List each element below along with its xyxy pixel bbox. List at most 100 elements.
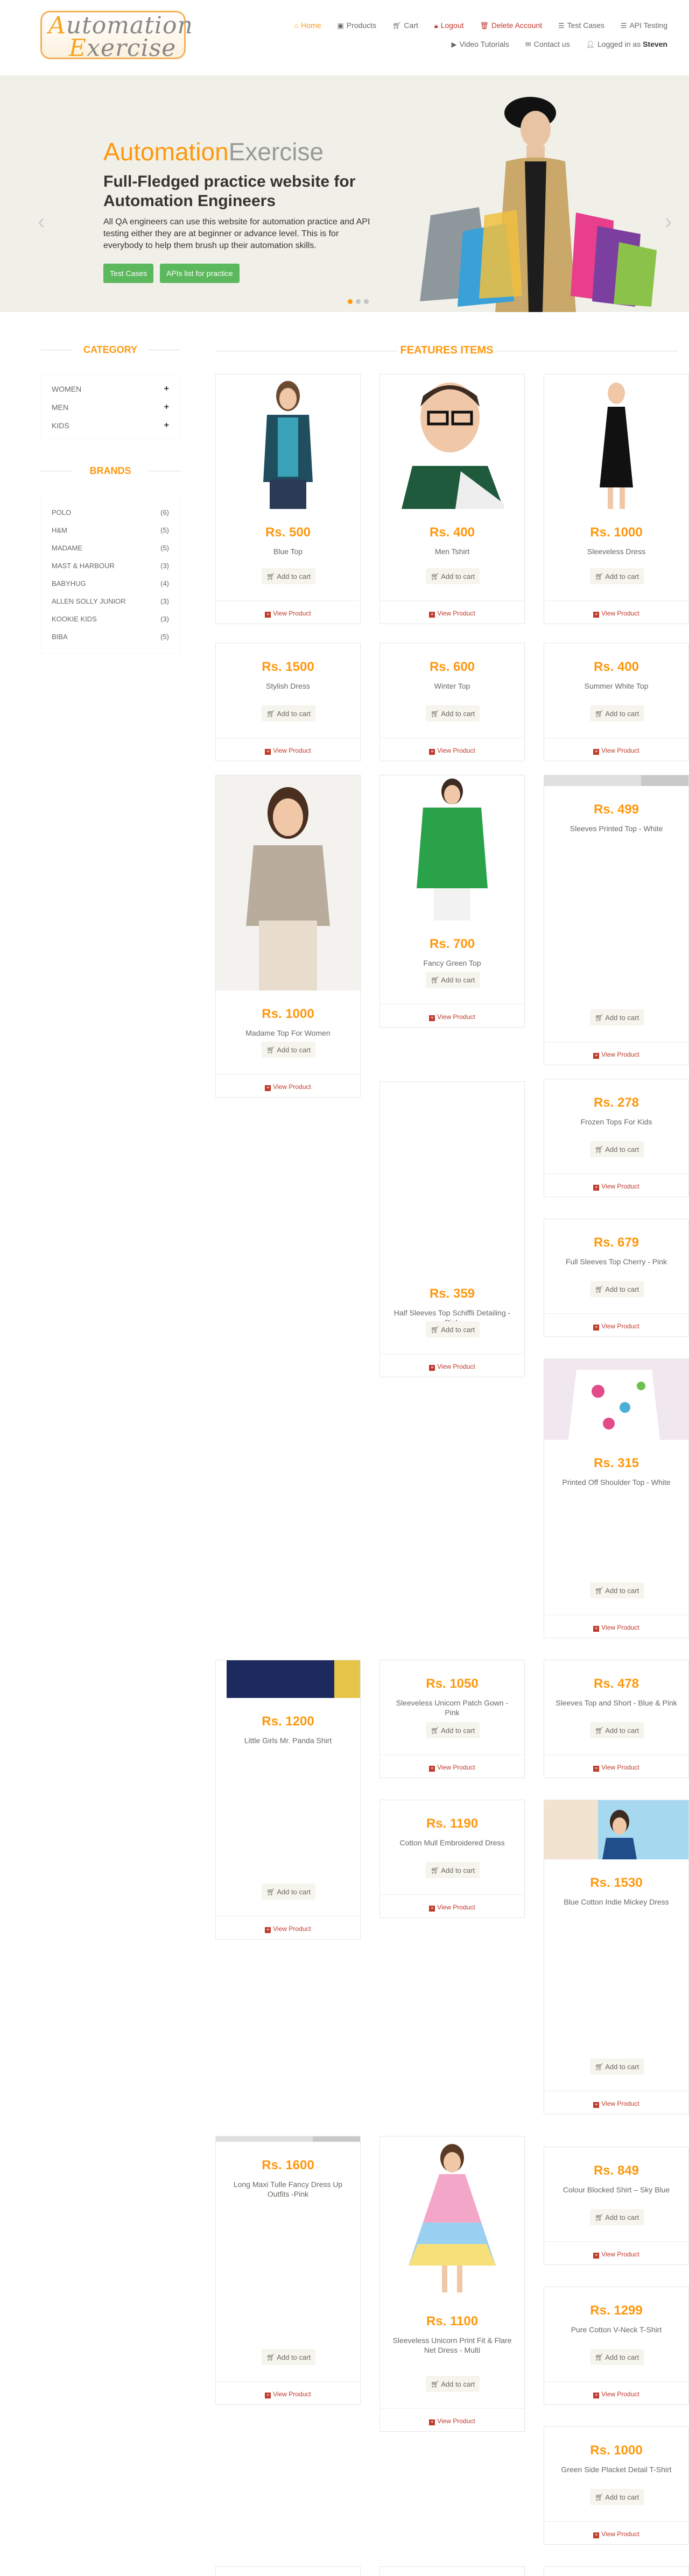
plus-square-icon: + <box>429 2419 435 2425</box>
carousel-dot[interactable] <box>356 299 361 304</box>
nav-contact-us[interactable]: ✉ Contact us <box>525 35 570 54</box>
product-card: Rs. 1050 Sleeveless Unicorn Patch Gown - … <box>379 1660 525 1778</box>
add-to-cart-button[interactable]: 🛒︎ Add to cart <box>426 2376 480 2392</box>
view-product-link[interactable]: + View Product <box>380 610 524 618</box>
view-product-link[interactable]: + View Product <box>544 1322 688 1331</box>
category-heading: CATEGORY <box>40 344 180 356</box>
product-name: Long Maxi Tulle Fancy Dress Up Outfits -… <box>233 2180 343 2198</box>
view-product-link[interactable]: + View Product <box>216 2390 360 2398</box>
apis-list-button[interactable]: APIs list for practice <box>160 264 240 283</box>
view-product-link[interactable]: + View Product <box>380 1764 524 1772</box>
envelope-icon: ✉ <box>525 40 531 48</box>
add-to-cart-button[interactable]: 🛒︎ Add to cart <box>590 2489 644 2505</box>
brand-hm[interactable]: H&M (5) <box>52 521 169 539</box>
brand-babyhug[interactable]: BABYHUG (4) <box>52 575 169 592</box>
product-price: Rs. 500 <box>265 525 311 540</box>
carousel-prev-arrow[interactable]: ‹ <box>38 210 45 234</box>
nav-home[interactable]: ⌂ Home <box>294 16 321 35</box>
view-product-link[interactable]: + View Product <box>544 2100 688 2108</box>
view-product-link[interactable]: + View Product <box>216 1083 360 1091</box>
add-to-cart-button[interactable]: 🛒︎ Add to cart <box>590 2209 644 2225</box>
product-image <box>380 2136 524 2298</box>
brand-allen-solly-junior[interactable]: ALLEN SOLLY JUNIOR (3) <box>52 592 169 610</box>
view-product-link[interactable]: + View Product <box>380 1363 524 1371</box>
cart-icon: 🛒︎ <box>594 2213 606 2221</box>
nav-logout[interactable]: 🔒︎ Logout <box>434 16 464 35</box>
add-to-cart-button[interactable]: 🛒︎ Add to cart <box>590 2058 644 2075</box>
main-nav: ⌂ Home ▣ Products 🛒︎ Cart 🔒︎ Logout 🗑︎ Delete… <box>248 16 667 54</box>
nav-video-tutorials[interactable]: ▶ Video Tutorials <box>452 35 509 54</box>
product-image <box>544 775 688 786</box>
view-product-link[interactable]: + View Product <box>544 747 688 755</box>
add-to-cart-button[interactable]: 🛒︎ Add to cart <box>426 1862 480 1878</box>
brand-mast-harbour[interactable]: MAST & HARBOUR (3) <box>52 557 169 575</box>
nav-cart[interactable]: 🛒︎ Cart <box>392 16 418 35</box>
hero-heading: Full-Fledged practice website for Automa… <box>103 173 356 210</box>
view-product-link[interactable]: + View Product <box>380 747 524 755</box>
nav-api-testing[interactable]: ☰ API Testing <box>621 16 667 35</box>
view-product-link[interactable]: + View Product <box>544 610 688 618</box>
plus-square-icon: + <box>429 612 435 618</box>
view-product-link[interactable]: + View Product <box>544 1624 688 1632</box>
add-to-cart-button[interactable]: 🛒︎ Add to cart <box>590 705 644 721</box>
brand-polo[interactable]: POLO (6) <box>52 504 169 521</box>
view-product-link[interactable]: + View Product <box>544 2251 688 2259</box>
add-to-cart-button[interactable]: 🛒︎ Add to cart <box>590 1141 644 1157</box>
nav-products[interactable]: ▣ Products <box>337 16 376 35</box>
add-to-cart-button[interactable]: 🛒︎ Add to cart <box>426 1321 480 1337</box>
brand-kookie-kids[interactable]: KOOKIE KIDS (3) <box>52 610 169 628</box>
product-card: Rs. 849 Colour Blocked Shirt – Sky Blue 🛒︎… <box>544 2147 689 2265</box>
view-product-link[interactable]: + View Product <box>544 1051 688 1059</box>
nav-delete-account[interactable]: 🗑︎ Delete Account <box>480 16 542 35</box>
cart-icon: 🛒︎ <box>594 572 606 581</box>
plus-square-icon: + <box>593 2393 600 2398</box>
view-product-link[interactable]: + View Product <box>544 1183 688 1191</box>
product-card: Rs. 400 Summer White Top 🛒︎ Add to cart + Vi… <box>544 643 689 761</box>
add-to-cart-button[interactable]: 🛒︎ Add to cart <box>590 1722 644 1738</box>
carousel-dot[interactable] <box>364 299 369 304</box>
add-to-cart-button[interactable]: 🛒︎ Add to cart <box>590 1582 644 1598</box>
add-to-cart-button[interactable]: 🛒︎ Add to cart <box>262 1884 315 1900</box>
add-to-cart-button[interactable]: 🛒︎ Add to cart <box>262 568 315 584</box>
category-men[interactable]: MEN + <box>52 398 169 416</box>
add-to-cart-button[interactable]: 🛒︎ Add to cart <box>426 568 480 584</box>
add-to-cart-button[interactable]: 🛒︎ Add to cart <box>262 2349 315 2365</box>
view-product-link[interactable]: + View Product <box>216 610 360 618</box>
carousel-next-arrow[interactable]: › <box>665 210 672 234</box>
cart-icon: 🛒︎ <box>266 2353 277 2361</box>
add-to-cart-button[interactable]: 🛒︎ Add to cart <box>590 2349 644 2365</box>
view-product-link[interactable]: + View Product <box>380 1013 524 1021</box>
add-to-cart-button[interactable]: 🛒︎ Add to cart <box>426 972 480 988</box>
nav-test-cases[interactable]: ☰ Test Cases <box>558 16 604 35</box>
category-kids[interactable]: KIDS + <box>52 416 169 435</box>
test-cases-button[interactable]: Test Cases <box>103 264 154 283</box>
category-women[interactable]: WOMEN + <box>52 380 169 398</box>
view-product-link[interactable]: + View Product <box>544 2530 688 2538</box>
carousel-dot[interactable] <box>348 299 353 304</box>
view-product-link[interactable]: + View Product <box>216 747 360 755</box>
view-product-link[interactable]: + View Product <box>216 1925 360 1933</box>
site-logo[interactable]: Automation Exercise <box>40 11 193 60</box>
product-card: Rs. 1530 Blue Cotton Indie Mickey Dress 🛒︎… <box>544 1800 689 2114</box>
add-to-cart-button[interactable]: 🛒︎ Add to cart <box>590 1281 644 1297</box>
plus-square-icon: + <box>593 749 600 755</box>
add-to-cart-button[interactable]: 🛒︎ Add to cart <box>426 705 480 721</box>
add-to-cart-button[interactable]: 🛒︎ Add to cart <box>262 705 315 721</box>
product-card: Rs. 850Pure Cotton Neon Green Tshirt🛒︎ A… <box>379 2566 525 2576</box>
product-card: Rs. 1200 Little Girls Mr. Panda Shirt 🛒︎ A… <box>215 1660 361 1940</box>
brand-biba[interactable]: BIBA (5) <box>52 628 169 646</box>
add-to-cart-button[interactable]: 🛒︎ Add to cart <box>426 1722 480 1738</box>
add-to-cart-button[interactable]: 🛒︎ Add to cart <box>262 1042 315 1058</box>
product-image <box>380 374 524 509</box>
cart-icon: 🛒︎ <box>430 1326 441 1334</box>
product-price: Rs. 400 <box>593 660 639 674</box>
view-product-link[interactable]: + View Product <box>380 2417 524 2425</box>
view-product-link[interactable]: + View Product <box>544 2390 688 2398</box>
cart-icon: 🛒︎ <box>594 1285 606 1293</box>
brand-madame[interactable]: MADAME (5) <box>52 539 169 557</box>
add-to-cart-button[interactable]: 🛒︎ Add to cart <box>590 1009 644 1025</box>
add-to-cart-button[interactable]: 🛒︎ Add to cart <box>590 568 644 584</box>
view-product-link[interactable]: + View Product <box>544 1764 688 1772</box>
view-product-link[interactable]: + View Product <box>380 1903 524 1912</box>
plus-icon: + <box>164 402 169 412</box>
